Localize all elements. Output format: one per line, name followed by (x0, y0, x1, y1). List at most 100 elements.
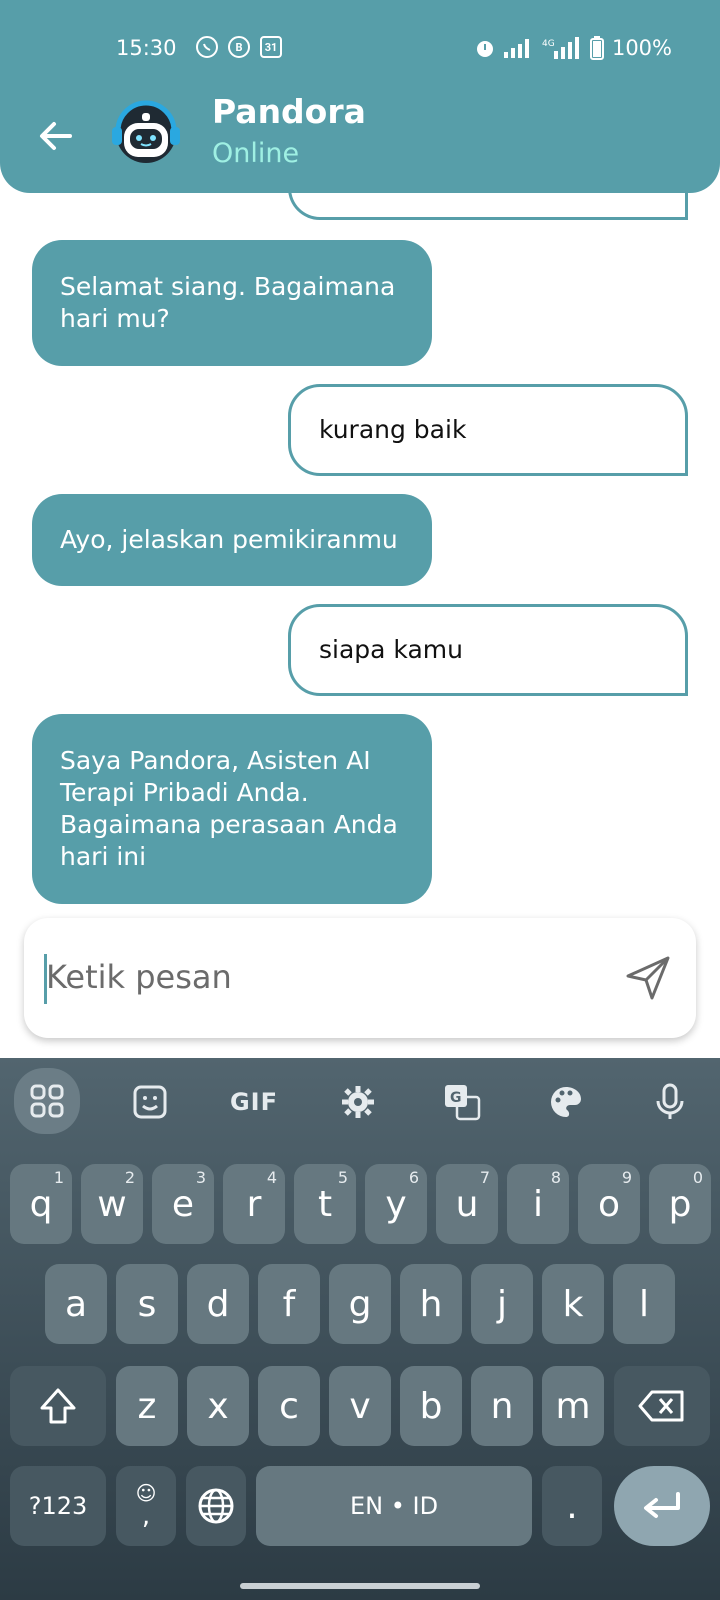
settings-icon[interactable] (328, 1072, 388, 1132)
user-message-bubble: kurang baik (288, 384, 688, 476)
message-input[interactable]: Ketik pesan (46, 958, 232, 996)
key-label: q (29, 1183, 53, 1225)
enter-icon (644, 1492, 680, 1518)
key-v[interactable]: v (329, 1366, 391, 1446)
palette-icon[interactable] (536, 1072, 596, 1132)
message-text: Ayo, jelaskan pemikiranmu (60, 525, 398, 554)
status-time: 15:30 (116, 36, 177, 60)
keyboard-toolbar: GIF G (0, 1058, 720, 1146)
sticker-icon[interactable] (120, 1072, 180, 1132)
emoji-comma-key[interactable]: ☺ , (116, 1466, 176, 1546)
key-label: t (317, 1183, 333, 1225)
key-n[interactable]: n (471, 1366, 533, 1446)
key-label: a (64, 1283, 88, 1325)
svg-text:4G: 4G (542, 39, 555, 49)
key-label: h (419, 1283, 443, 1325)
key-a[interactable]: a (45, 1264, 107, 1344)
key-hint: 0 (692, 1168, 703, 1187)
signal-icon (503, 39, 529, 58)
key-label: e (171, 1183, 195, 1225)
message-text: Saya Pandora, Asisten AI Terapi Pribadi … (60, 746, 398, 871)
key-c[interactable]: c (258, 1366, 320, 1446)
key-label: x (207, 1385, 229, 1427)
key-label: p (668, 1183, 692, 1225)
chat-screen: 15:30 B 31 4G 100% Pandora Online Selama… (0, 0, 720, 1600)
key-d[interactable]: d (187, 1264, 249, 1344)
message-text: siapa kamu (319, 635, 463, 664)
message-text: Selamat siang. Bagaimana hari mu? (60, 272, 396, 333)
key-label: g (348, 1283, 372, 1325)
key-label: n (490, 1385, 514, 1427)
key-u[interactable]: u7 (436, 1164, 498, 1244)
key-label: c (279, 1385, 299, 1427)
message-input-bar: Ketik pesan (24, 918, 696, 1038)
key-label: v (349, 1385, 371, 1427)
status-bar: 15:30 B 31 4G 100% (0, 28, 720, 68)
shift-key[interactable] (10, 1366, 106, 1446)
emoji-icon: ☺ (135, 1481, 157, 1505)
send-icon[interactable] (622, 952, 674, 1004)
key-label: o (597, 1183, 621, 1225)
key-hint: 2 (124, 1168, 135, 1187)
gif-button[interactable]: GIF (224, 1072, 284, 1132)
back-arrow-icon[interactable] (36, 116, 76, 156)
mic-icon[interactable] (640, 1072, 700, 1132)
key-hint: 8 (550, 1168, 561, 1187)
key-hint: 1 (53, 1168, 64, 1187)
symbols-key[interactable]: ?123 (10, 1466, 106, 1546)
globe-key[interactable] (186, 1466, 246, 1546)
battery-icon (589, 36, 604, 60)
key-s[interactable]: s (116, 1264, 178, 1344)
apps-grid-icon[interactable] (14, 1068, 80, 1134)
chat-title: Pandora (212, 92, 366, 131)
key-m[interactable]: m (542, 1366, 604, 1446)
key-label: u (455, 1183, 479, 1225)
key-i[interactable]: i8 (507, 1164, 569, 1244)
key-y[interactable]: y6 (365, 1164, 427, 1244)
gesture-nav-bar[interactable] (240, 1583, 480, 1589)
translate-icon[interactable]: G (432, 1072, 492, 1132)
key-w[interactable]: w2 (81, 1164, 143, 1244)
chat-header: 15:30 B 31 4G 100% Pandora Online (0, 0, 720, 193)
message-text: kurang baik (319, 415, 467, 444)
key-p[interactable]: p0 (649, 1164, 711, 1244)
enter-key[interactable] (614, 1466, 710, 1546)
key-r[interactable]: r4 (223, 1164, 285, 1244)
key-z[interactable]: z (116, 1366, 178, 1446)
whatsapp-icon (196, 36, 218, 58)
b-app-icon: B (228, 36, 250, 58)
key-hint: 9 (621, 1168, 632, 1187)
key-g[interactable]: g (329, 1264, 391, 1344)
key-label: m (555, 1385, 591, 1427)
key-label: k (562, 1283, 584, 1325)
shift-icon (40, 1388, 76, 1424)
key-hint: 3 (195, 1168, 206, 1187)
key-e[interactable]: e3 (152, 1164, 214, 1244)
period-key[interactable]: . (542, 1466, 602, 1546)
key-label: w (97, 1183, 127, 1225)
key-k[interactable]: k (542, 1264, 604, 1344)
bot-avatar (112, 100, 180, 163)
key-j[interactable]: j (471, 1264, 533, 1344)
online-status: Online (212, 138, 300, 169)
key-label: i (532, 1183, 543, 1225)
key-t[interactable]: t5 (294, 1164, 356, 1244)
key-label: j (496, 1283, 507, 1325)
globe-icon (198, 1488, 234, 1524)
key-label: b (419, 1385, 443, 1427)
backspace-key[interactable] (614, 1366, 710, 1446)
space-key[interactable]: EN • ID (256, 1466, 532, 1546)
calendar-31-icon: 31 (260, 36, 282, 58)
key-b[interactable]: b (400, 1366, 462, 1446)
key-hint: 7 (479, 1168, 490, 1187)
key-label: l (638, 1283, 649, 1325)
svg-text:G: G (450, 1090, 462, 1106)
key-x[interactable]: x (187, 1366, 249, 1446)
key-l[interactable]: l (613, 1264, 675, 1344)
key-q[interactable]: q1 (10, 1164, 72, 1244)
key-f[interactable]: f (258, 1264, 320, 1344)
key-o[interactable]: o9 (578, 1164, 640, 1244)
key-label: s (137, 1283, 157, 1325)
backspace-icon (638, 1390, 684, 1422)
key-h[interactable]: h (400, 1264, 462, 1344)
